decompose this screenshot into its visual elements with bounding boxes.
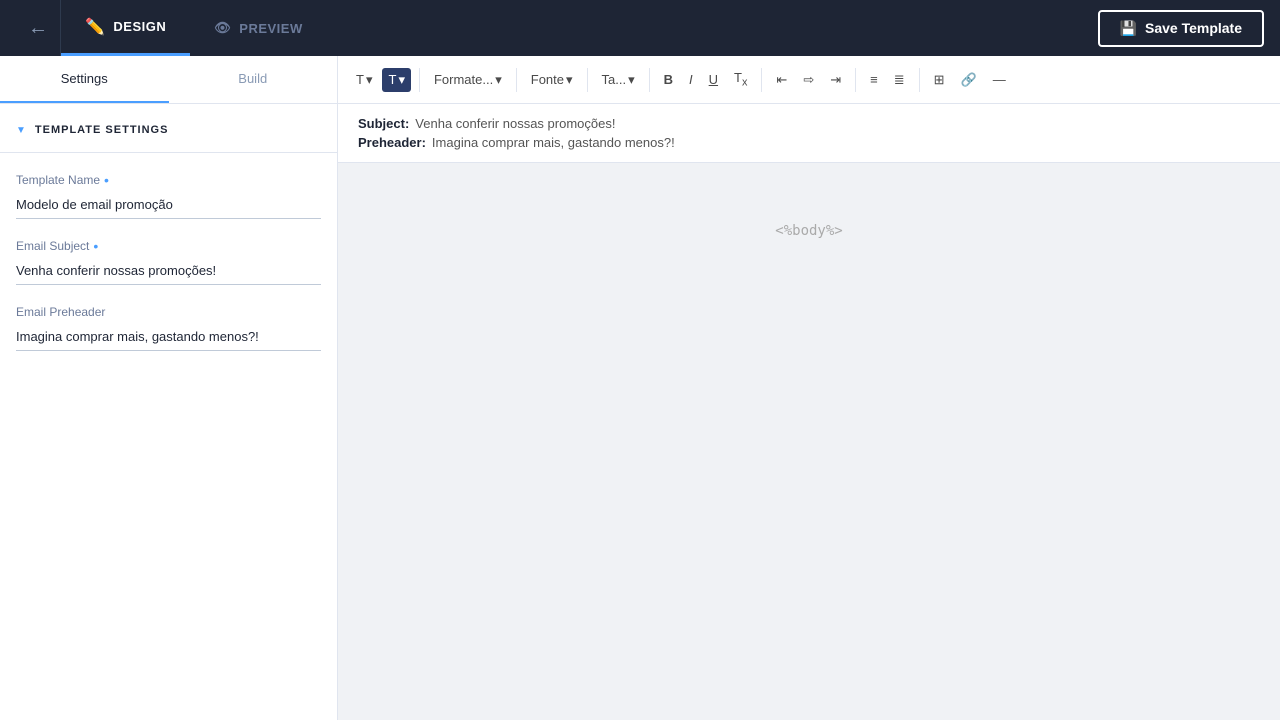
strikethrough-icon: Tx bbox=[734, 70, 747, 89]
main-layout: Settings Build ▼ TEMPLATE SETTINGS Templ… bbox=[0, 56, 1280, 720]
list-ordered-button[interactable]: ≣ bbox=[888, 68, 911, 92]
back-button[interactable]: ← bbox=[16, 9, 60, 48]
toolbar-sep-5 bbox=[761, 68, 762, 92]
design-tab[interactable]: ✏️ DESIGN bbox=[61, 0, 190, 56]
underline-icon: U bbox=[709, 72, 718, 87]
strikethrough-button[interactable]: Tx bbox=[728, 66, 753, 93]
email-canvas[interactable]: <%body%> bbox=[338, 163, 1280, 720]
list-ordered-icon: ≣ bbox=[894, 72, 905, 88]
format-dropdown-icon: ▾ bbox=[495, 72, 502, 88]
bold-icon: B bbox=[664, 72, 673, 87]
template-name-label-text: Template Name bbox=[16, 173, 100, 187]
font-dropdown-icon: ▾ bbox=[566, 72, 573, 88]
list-unordered-button[interactable]: ≡ bbox=[864, 68, 884, 91]
save-label: Save Template bbox=[1145, 20, 1242, 36]
align-right-button[interactable]: ⇥ bbox=[824, 68, 847, 92]
list-unordered-icon: ≡ bbox=[870, 72, 878, 87]
right-panel: T ▾ T ▾ Formate... ▾ Fonte ▾ Ta... ▾ bbox=[338, 56, 1280, 720]
text-type-label: T bbox=[356, 72, 364, 87]
italic-button[interactable]: I bbox=[683, 68, 699, 91]
link-icon: 🔗 bbox=[961, 72, 977, 88]
save-template-button[interactable]: 💾 Save Template bbox=[1098, 10, 1264, 47]
size-dropdown-icon: ▾ bbox=[628, 72, 635, 88]
template-settings-header[interactable]: ▼ TEMPLATE SETTINGS bbox=[0, 104, 337, 153]
email-subject-label-text: Email Subject bbox=[16, 239, 89, 253]
italic-icon: I bbox=[689, 72, 693, 87]
template-name-group: Template Name • bbox=[16, 173, 321, 219]
preview-icon: 👁 bbox=[214, 20, 231, 36]
sidebar-tab-build[interactable]: Build bbox=[169, 56, 338, 103]
email-subject-group: Email Subject • bbox=[16, 239, 321, 285]
toolbar-sep-2 bbox=[516, 68, 517, 92]
design-icon: ✏️ bbox=[85, 17, 105, 37]
toolbar-sep-4 bbox=[649, 68, 650, 92]
horizontal-rule-button[interactable]: — bbox=[987, 68, 1012, 91]
template-name-label: Template Name • bbox=[16, 173, 321, 187]
toolbar-sep-6 bbox=[855, 68, 856, 92]
settings-form: Template Name • Email Subject • Email Pr… bbox=[0, 153, 337, 371]
align-center-icon: ⇨ bbox=[803, 72, 814, 88]
text-type-dropdown-icon: ▾ bbox=[366, 72, 373, 88]
email-subject-preview: Subject: Venha conferir nossas promoções… bbox=[358, 116, 1260, 131]
text-format-active-label: T bbox=[388, 72, 396, 87]
underline-button[interactable]: U bbox=[703, 68, 724, 91]
settings-tab-label: Settings bbox=[61, 71, 108, 86]
email-preheader-preview: Preheader: Imagina comprar mais, gastand… bbox=[358, 135, 1260, 150]
save-icon: 💾 bbox=[1120, 20, 1137, 37]
preview-tab[interactable]: 👁 PREVIEW bbox=[190, 0, 326, 56]
sidebar: Settings Build ▼ TEMPLATE SETTINGS Templ… bbox=[0, 56, 338, 720]
preheader-value: Imagina comprar mais, gastando menos?! bbox=[432, 135, 675, 150]
format-dropdown-label: Formate... bbox=[434, 72, 493, 87]
link-button[interactable]: 🔗 bbox=[955, 68, 983, 92]
text-format-active-button[interactable]: T ▾ bbox=[382, 68, 410, 92]
build-tab-label: Build bbox=[238, 71, 267, 86]
preview-tab-label: PREVIEW bbox=[239, 21, 302, 36]
bold-button[interactable]: B bbox=[658, 68, 679, 91]
template-name-input[interactable] bbox=[16, 191, 321, 219]
align-left-button[interactable]: ⇤ bbox=[770, 68, 793, 92]
horizontal-rule-icon: — bbox=[993, 72, 1006, 87]
chevron-down-icon: ▼ bbox=[16, 125, 27, 136]
subject-value: Venha conferir nossas promoções! bbox=[415, 116, 615, 131]
email-preheader-label: Email Preheader bbox=[16, 305, 321, 319]
size-dropdown-label: Ta... bbox=[602, 72, 627, 87]
toolbar-sep-7 bbox=[919, 68, 920, 92]
email-preheader-group: Email Preheader bbox=[16, 305, 321, 351]
template-name-required: • bbox=[104, 173, 109, 187]
size-dropdown[interactable]: Ta... ▾ bbox=[596, 68, 641, 92]
top-nav: ← ✏️ DESIGN 👁 PREVIEW 💾 Save Template bbox=[0, 0, 1280, 56]
preheader-label: Preheader: bbox=[358, 135, 426, 150]
email-subject-label: Email Subject • bbox=[16, 239, 321, 253]
email-subject-input[interactable] bbox=[16, 257, 321, 285]
grid-icon: ⊞ bbox=[934, 72, 945, 88]
text-format-active-dropdown-icon: ▾ bbox=[398, 72, 405, 88]
sidebar-tabs: Settings Build bbox=[0, 56, 337, 104]
email-preview-header: Subject: Venha conferir nossas promoções… bbox=[338, 104, 1280, 163]
align-left-icon: ⇤ bbox=[776, 72, 787, 88]
toolbar-sep-1 bbox=[419, 68, 420, 92]
format-dropdown[interactable]: Formate... ▾ bbox=[428, 68, 508, 92]
text-type-button[interactable]: T ▾ bbox=[350, 68, 378, 92]
email-preheader-input[interactable] bbox=[16, 323, 321, 351]
template-settings-label: TEMPLATE SETTINGS bbox=[35, 124, 169, 136]
align-right-icon: ⇥ bbox=[830, 72, 841, 88]
sidebar-tab-settings[interactable]: Settings bbox=[0, 56, 169, 103]
email-preheader-label-text: Email Preheader bbox=[16, 305, 105, 319]
email-subject-required: • bbox=[93, 239, 98, 253]
back-icon: ← bbox=[28, 17, 48, 40]
align-center-button[interactable]: ⇨ bbox=[797, 68, 820, 92]
font-dropdown-label: Fonte bbox=[531, 72, 564, 87]
toolbar: T ▾ T ▾ Formate... ▾ Fonte ▾ Ta... ▾ bbox=[338, 56, 1280, 104]
design-tab-label: DESIGN bbox=[113, 19, 166, 34]
font-dropdown[interactable]: Fonte ▾ bbox=[525, 68, 579, 92]
grid-button[interactable]: ⊞ bbox=[928, 68, 951, 92]
subject-label: Subject: bbox=[358, 116, 409, 131]
toolbar-sep-3 bbox=[587, 68, 588, 92]
email-body-placeholder: <%body%> bbox=[775, 223, 842, 239]
